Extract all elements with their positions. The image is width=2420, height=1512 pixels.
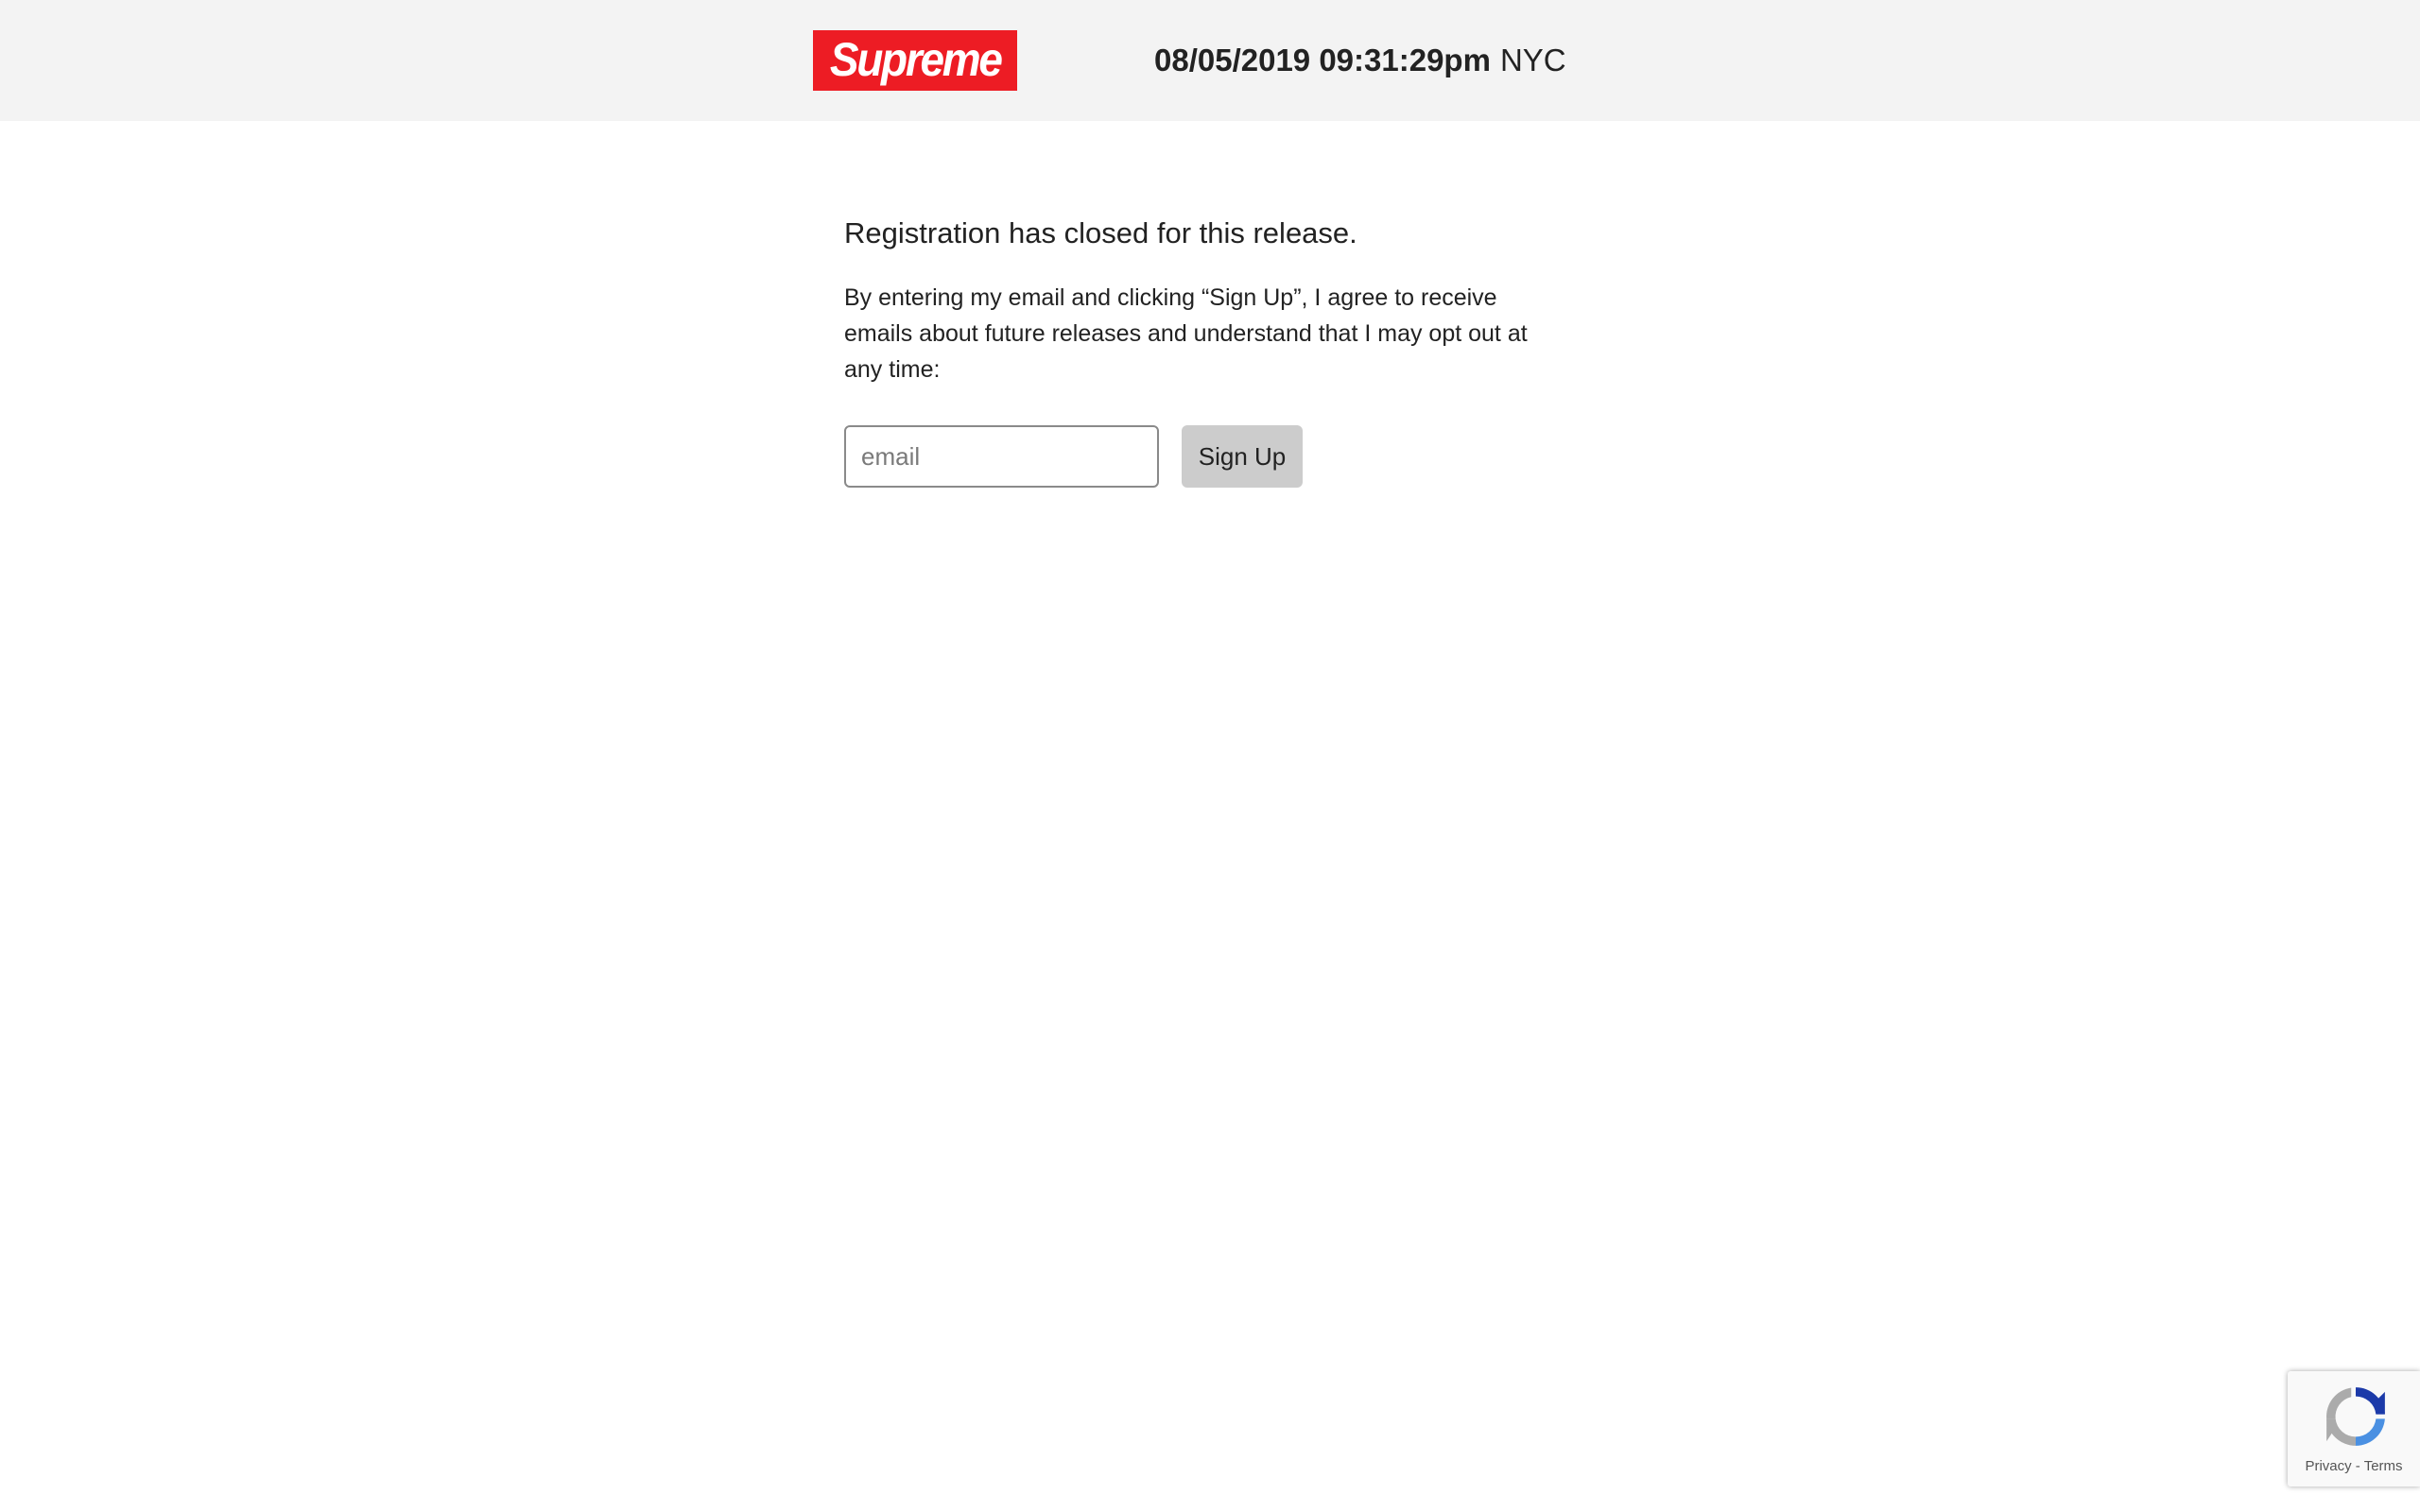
recaptcha-separator: - [2351, 1458, 2364, 1474]
supreme-logo[interactable]: Supreme [813, 30, 1017, 91]
email-input[interactable] [844, 425, 1159, 488]
recaptcha-privacy-link[interactable]: Privacy [2305, 1458, 2351, 1474]
clock-datetime: 08/05/2019 09:31:29pm [1154, 43, 1491, 77]
registration-panel: Registration has closed for this release… [844, 208, 1563, 387]
registration-closed-message: Registration has closed for this release… [844, 216, 1357, 249]
email-consent-text: By entering my email and clicking “Sign … [844, 284, 1528, 383]
release-clock: 08/05/2019 09:31:29pm NYC [1154, 39, 1566, 82]
recaptcha-badge[interactable]: Privacy - Terms [2288, 1371, 2420, 1486]
recaptcha-terms-link[interactable]: Terms [2364, 1458, 2403, 1474]
logo-text: Supreme [829, 33, 1003, 86]
signup-form: Sign Up [844, 425, 1303, 488]
sign-up-button[interactable]: Sign Up [1182, 425, 1303, 488]
clock-city: NYC [1499, 43, 1566, 77]
site-header: Supreme 08/05/2019 09:31:29pm NYC [0, 0, 2420, 121]
recaptcha-icon [2326, 1387, 2385, 1446]
recaptcha-links: Privacy - Terms [2288, 1458, 2420, 1474]
